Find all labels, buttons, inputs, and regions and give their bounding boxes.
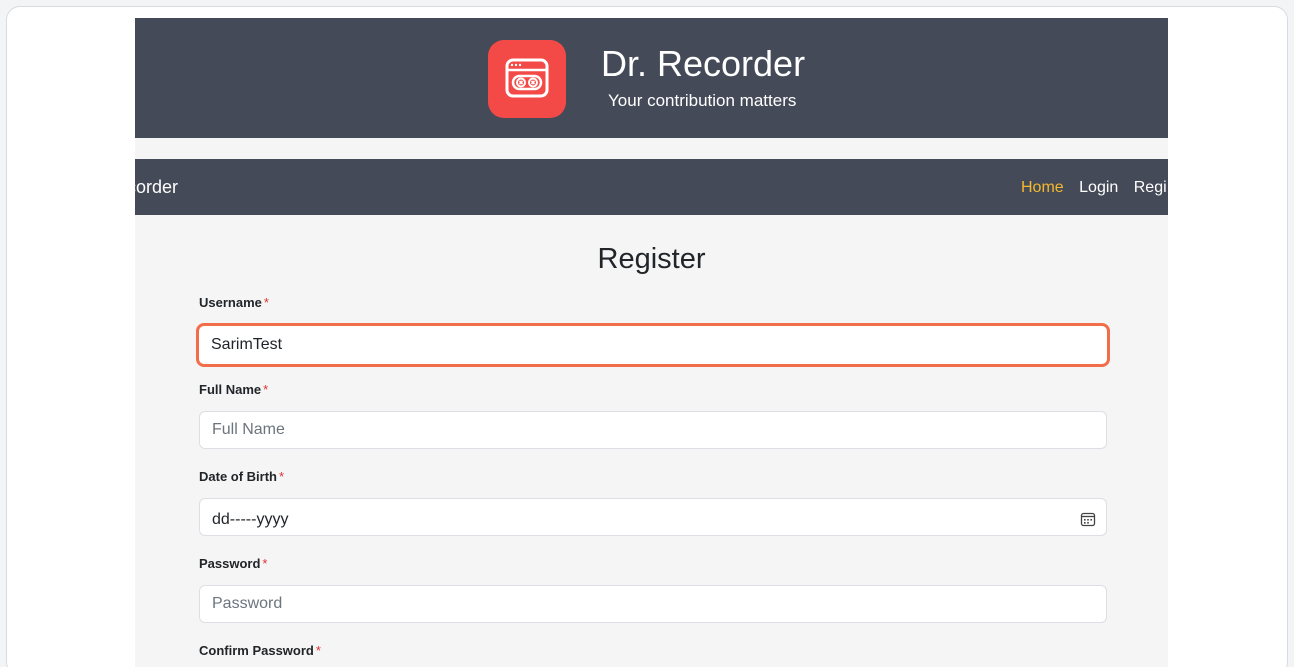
nav-link-home[interactable]: Home xyxy=(1021,179,1064,196)
brand-tagline: Your contribution matters xyxy=(608,91,797,110)
required-mark: * xyxy=(315,643,321,658)
dob-label-text: Date of Birth xyxy=(199,469,277,484)
top-navbar: corder Home Login Regi xyxy=(135,159,1168,215)
dob-value: dd-----yyyy xyxy=(212,511,289,528)
required-mark: * xyxy=(263,382,269,397)
nav-links: Home Login Regi xyxy=(1021,178,1168,198)
password-label-text: Password xyxy=(199,556,261,571)
screenshot-frame: Dr. Recorder Your contribution matters c… xyxy=(6,6,1288,667)
dob-label: Date of Birth * xyxy=(199,469,284,485)
page-title: Register xyxy=(597,243,706,275)
brand-title: Dr. Recorder xyxy=(601,43,806,84)
username-label: Username * xyxy=(199,295,269,311)
confirm-password-label: Confirm Password * xyxy=(199,643,321,659)
full-name-label-text: Full Name xyxy=(199,382,262,397)
full-name-label: Full Name * xyxy=(199,382,268,398)
full-name-input[interactable] xyxy=(199,411,1107,449)
calendar-icon[interactable] xyxy=(1080,511,1096,527)
hero-banner: Dr. Recorder Your contribution matters xyxy=(135,18,1168,138)
required-mark: * xyxy=(263,295,269,310)
app-logo xyxy=(488,40,566,118)
nav-link-register[interactable]: Regi xyxy=(1134,179,1167,196)
recorder-window-icon xyxy=(505,58,549,98)
password-label: Password * xyxy=(199,556,267,572)
nav-link-login[interactable]: Login xyxy=(1079,179,1118,196)
dob-input[interactable] xyxy=(199,498,1107,536)
required-mark: * xyxy=(262,556,268,571)
password-input[interactable] xyxy=(199,585,1107,623)
confirm-password-label-text: Confirm Password xyxy=(199,643,314,658)
username-input[interactable] xyxy=(196,323,1110,367)
browser-viewport: Dr. Recorder Your contribution matters c… xyxy=(135,18,1168,667)
required-mark: * xyxy=(279,469,285,484)
navbar-brand[interactable]: corder xyxy=(135,176,178,198)
username-label-text: Username xyxy=(199,295,262,310)
